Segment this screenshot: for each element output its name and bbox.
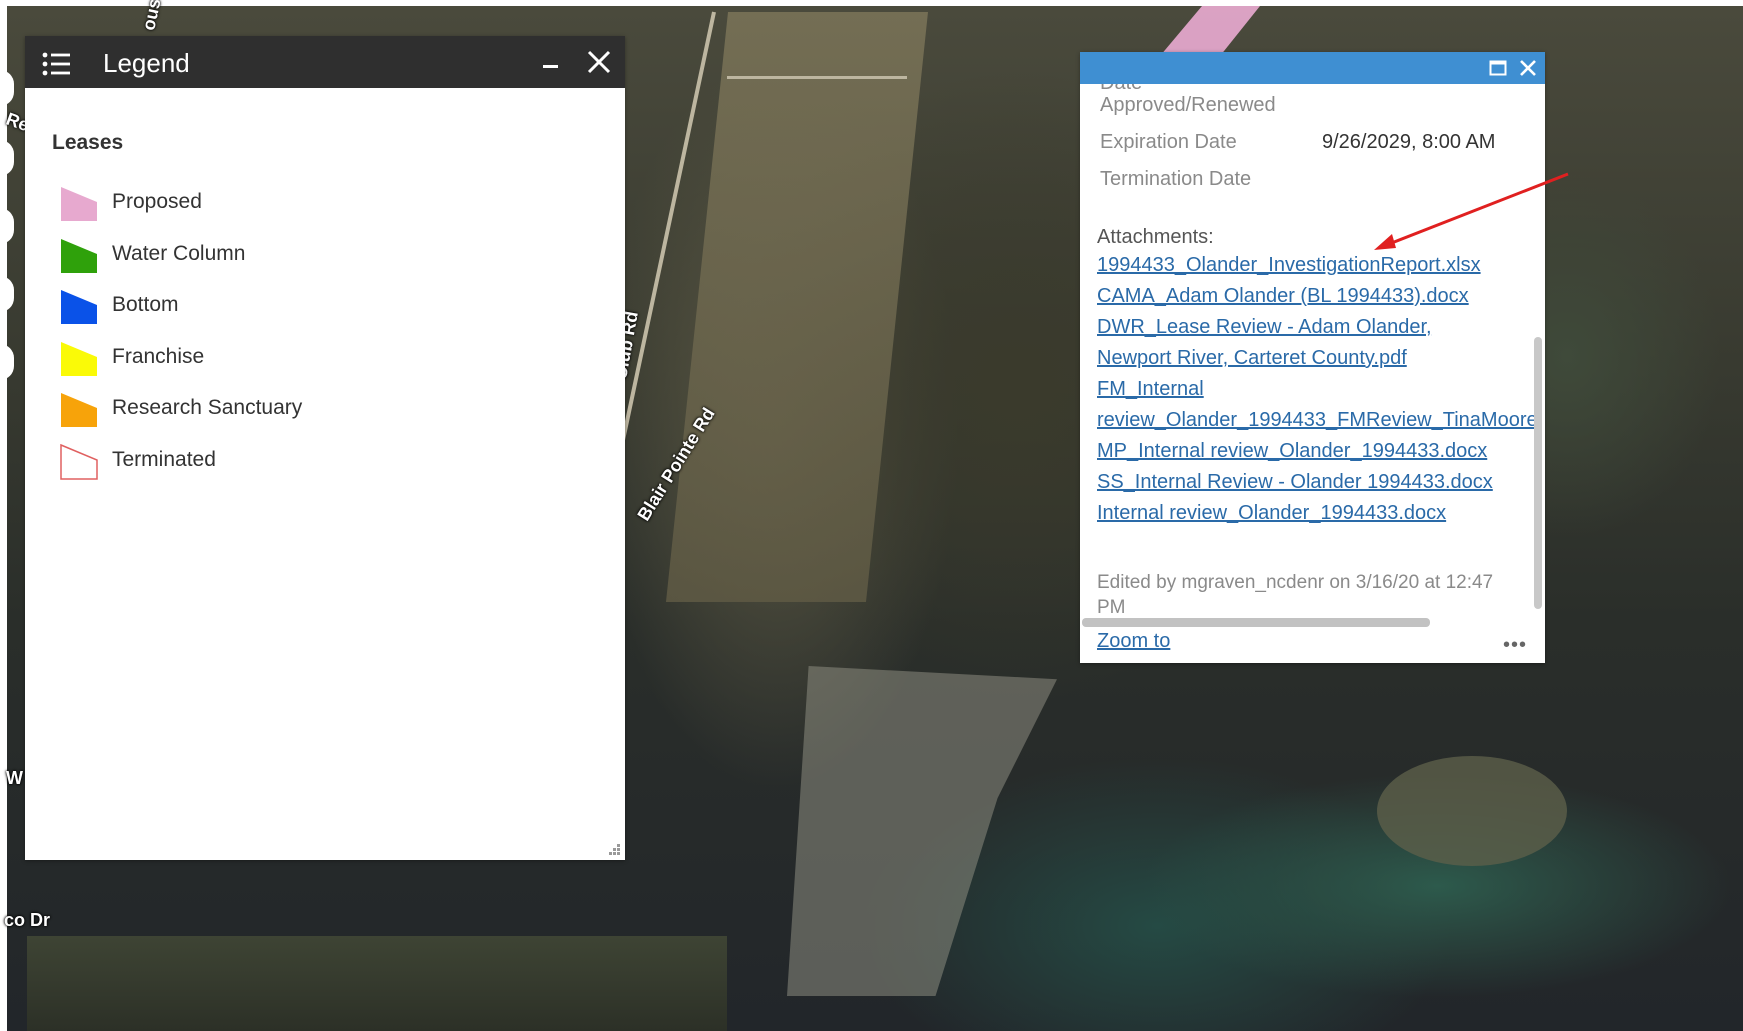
field-value: 9/26/2029, 8:00 AM [1322, 131, 1496, 153]
legend-item-franchise: Franchise [60, 341, 420, 377]
legend-item-label: Bottom [112, 293, 179, 316]
field-label: Termination Date [1100, 168, 1252, 190]
field-label: Approved/Renewed [1100, 94, 1276, 116]
edited-info: Edited by mgraven_ncdenr on 3/16/20 at 1… [1097, 572, 1494, 618]
map-sandbar [1377, 756, 1567, 866]
attachment-link[interactable]: DWR_Lease Review - Adam Olander, [1097, 316, 1432, 339]
legend-item-label: Terminated [112, 448, 216, 471]
field-label: Expiration Date [1100, 131, 1237, 153]
proposed-swatch-icon [61, 187, 97, 221]
legend-header[interactable]: Legend [25, 36, 625, 88]
attachment-link[interactable]: review_Olander_1994433_FMReview_TinaMoor… [1097, 409, 1540, 432]
franchise-swatch-icon [61, 342, 97, 376]
legend-item-research-sanctuary: Research Sanctuary [60, 392, 420, 428]
horizontal-scrollbar[interactable] [1082, 618, 1430, 627]
map-shallow-water [787, 666, 1057, 996]
vertical-scrollbar[interactable] [1534, 337, 1542, 609]
map-viewer: ous Club Rd Blair Pointe Rd co Dr Re W /… [0, 0, 1743, 1031]
attachments-heading: Attachments: [1097, 226, 1214, 248]
popup-footer: Zoom to ••• [1080, 630, 1545, 663]
close-icon[interactable] [1519, 59, 1537, 77]
terminated-swatch-icon [60, 444, 98, 480]
minimize-icon[interactable] [540, 46, 562, 76]
research-sanctuary-swatch-icon [61, 393, 97, 427]
legend-item-label: Proposed [112, 190, 202, 213]
annotation-arrow-icon [1374, 172, 1569, 250]
feature-popup: Date Approved/Renewed Expiration Date 9/… [1080, 52, 1545, 663]
map-land-area [665, 12, 929, 602]
more-actions-button[interactable]: ••• [1503, 634, 1527, 657]
attachment-link[interactable]: FM_Internal [1097, 378, 1204, 401]
close-icon[interactable] [585, 48, 613, 76]
attachment-link[interactable]: Internal review_Olander_1994433.docx [1097, 502, 1446, 525]
legend-item-terminated: Terminated [60, 444, 420, 480]
legend-item-bottom: Bottom [60, 289, 420, 325]
resize-grip-icon[interactable] [605, 840, 621, 856]
bottom-swatch-icon [61, 290, 97, 324]
map-road-label: co Dr [4, 910, 51, 930]
zoom-to-link[interactable]: Zoom to [1097, 630, 1170, 653]
legend-item-label: Research Sanctuary [112, 396, 303, 419]
legend-item-label: Water Column [112, 242, 246, 265]
attachment-link[interactable]: SS_Internal Review - Olander 1994433.doc… [1097, 471, 1493, 494]
legend-panel: Legend Leases Proposed Water Column Bott… [25, 36, 625, 860]
popup-header[interactable] [1080, 52, 1545, 84]
water-column-swatch-icon [61, 239, 97, 273]
maximize-icon[interactable] [1489, 59, 1507, 77]
attachment-link[interactable]: 1994433_Olander_InvestigationReport.xlsx [1097, 254, 1481, 277]
attachment-link[interactable]: Newport River, Carteret County.pdf [1097, 347, 1407, 370]
legend-section-title: Leases [52, 131, 124, 154]
legend-item-proposed: Proposed [60, 186, 420, 222]
map-road [727, 76, 907, 79]
legend-item-water-column: Water Column [60, 238, 420, 274]
legend-list-icon [42, 52, 70, 76]
map-land-area-south [27, 936, 727, 1031]
legend-title: Legend [103, 48, 190, 78]
attachment-link[interactable]: CAMA_Adam Olander (BL 1994433).docx [1097, 285, 1469, 308]
legend-item-label: Franchise [112, 345, 205, 368]
attachment-link[interactable]: MP_Internal review_Olander_1994433.docx [1097, 440, 1487, 463]
